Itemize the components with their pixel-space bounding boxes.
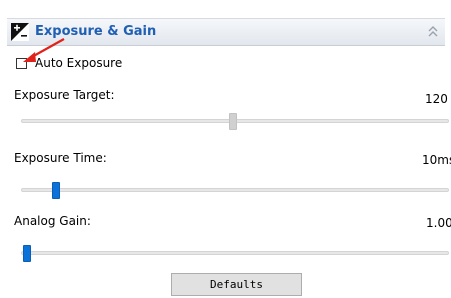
exposure-time-slider-track: [21, 188, 449, 192]
auto-exposure-label[interactable]: Auto Exposure: [35, 56, 122, 70]
double-chevron-up-icon[interactable]: [427, 25, 439, 39]
exposure-icon: [11, 23, 29, 41]
exposure-gain-panel: Exposure & Gain Auto Exposure Exposure T…: [0, 0, 451, 298]
exposure-time-slider-thumb[interactable]: [51, 182, 60, 199]
exposure-time-label: Exposure Time:: [14, 151, 107, 165]
exposure-target-label: Exposure Target:: [14, 88, 115, 102]
defaults-button[interactable]: Defaults: [171, 273, 302, 296]
analog-gain-slider-track: [21, 251, 449, 255]
analog-gain-value: 1.00: [426, 216, 451, 230]
auto-exposure-checkbox[interactable]: [16, 58, 27, 69]
exposure-target-value: 120: [425, 92, 448, 106]
analog-gain-slider-thumb[interactable]: [23, 245, 31, 262]
exposure-time-value: 10ms: [422, 153, 451, 167]
exposure-target-slider-thumb[interactable]: [229, 113, 237, 130]
panel-title: Exposure & Gain: [35, 24, 157, 39]
analog-gain-label: Analog Gain:: [14, 214, 91, 228]
panel-header[interactable]: Exposure & Gain: [7, 18, 445, 46]
